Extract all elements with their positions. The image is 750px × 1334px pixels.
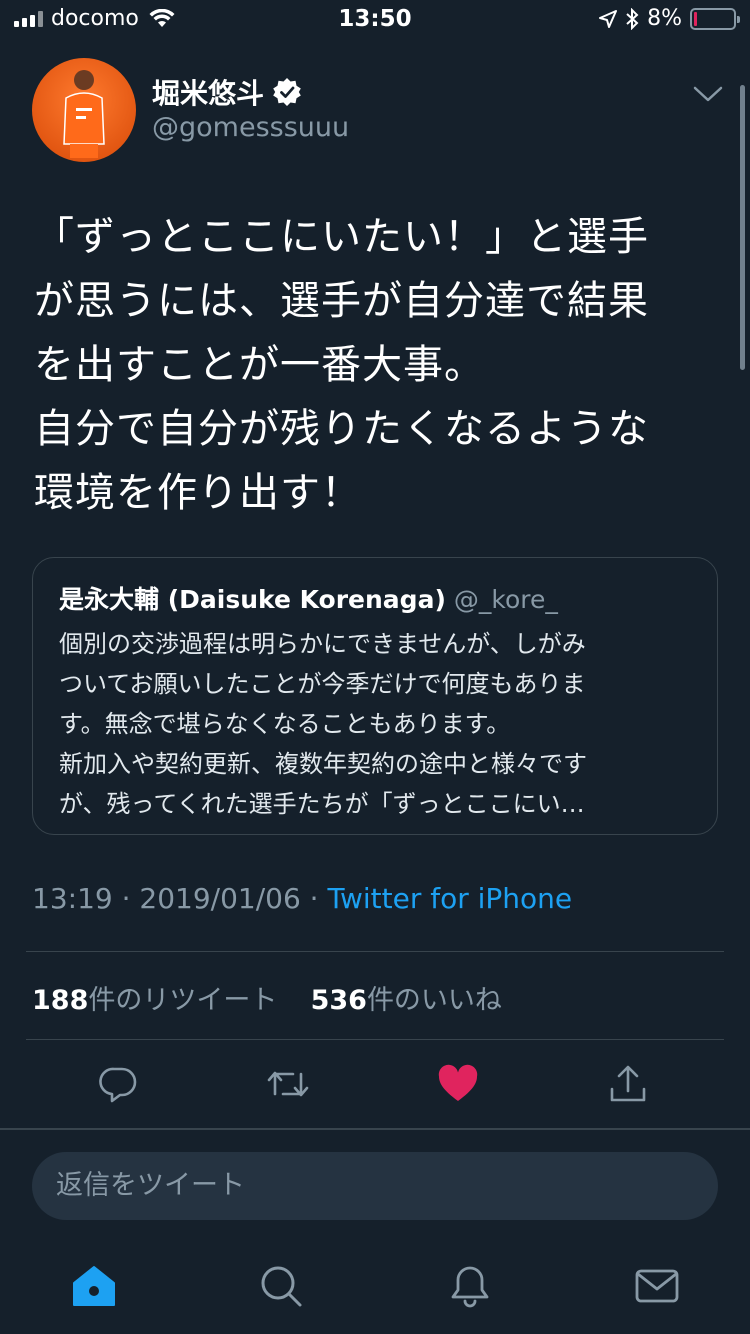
quoted-tweet-text: 個別の交渉過程は明らかにできませんが、しがみ ついてお願いしたことが今季だけで何… <box>59 624 699 824</box>
divider <box>26 1039 724 1040</box>
author-handle[interactable]: @gomesssuuu <box>152 112 349 143</box>
avatar[interactable] <box>32 58 136 162</box>
tweet-text-line: を出すことが一番大事。 <box>34 342 485 388</box>
retweet-button[interactable] <box>262 1058 314 1110</box>
mail-icon <box>635 1269 679 1303</box>
quoted-text-line: が、残ってくれた選手たちが「ずっとここにい… <box>59 790 585 818</box>
tweet-source-link[interactable]: Twitter for iPhone <box>327 882 572 915</box>
search-icon <box>261 1266 302 1307</box>
tweet-text-line: 環境を作り出す！ <box>34 470 362 516</box>
tweet-text-line: 「ずっとここにいたい！」と選手 <box>34 214 649 260</box>
tab-home[interactable] <box>70 1262 118 1310</box>
quoted-text-line: す。無念で堪らなくなることもあります。 <box>59 710 511 738</box>
verified-badge-icon <box>273 78 301 106</box>
tweet-action-bar <box>0 1058 750 1110</box>
bluetooth-icon <box>626 7 639 30</box>
tab-notifications[interactable] <box>446 1262 494 1310</box>
battery-percent: 8% <box>647 6 682 31</box>
quoted-author-name: 是永大輔 (Daisuke Korenaga) <box>59 585 446 614</box>
tab-messages[interactable] <box>633 1262 681 1310</box>
like-button[interactable] <box>432 1058 484 1110</box>
retweets-label: 件のリツイート <box>88 985 278 1016</box>
quoted-text-line: 新加入や契約更新、複数年契約の途中と様々です <box>59 750 587 778</box>
share-button[interactable] <box>602 1058 654 1110</box>
likes-stat[interactable]: 536件のいいね <box>311 985 502 1016</box>
battery-icon <box>690 7 740 30</box>
divider <box>26 951 724 952</box>
heart-icon <box>438 1064 478 1101</box>
author-name-row[interactable]: 堀米悠斗 <box>152 72 302 112</box>
likes-count: 536 <box>310 985 367 1016</box>
tweet-text-line: 自分で自分が残りたくなるような <box>34 406 649 452</box>
tweet-meta: 13:19 · 2019/01/06 · Twitter for iPhone <box>32 882 572 915</box>
retweets-stat[interactable]: 188件のリツイート <box>32 985 277 1016</box>
quoted-tweet-header: 是永大輔 (Daisuke Korenaga) @_kore_ <box>59 580 558 616</box>
divider <box>0 1128 750 1130</box>
tweet-timestamp: 13:19 · 2019/01/06 · <box>32 882 328 915</box>
likes-label: 件のいいね <box>366 985 502 1016</box>
tab-bar <box>0 1240 750 1334</box>
location-arrow-icon <box>599 9 618 28</box>
home-icon <box>73 1266 115 1306</box>
retweet-icon <box>267 1071 309 1097</box>
tab-search[interactable] <box>257 1262 305 1310</box>
tweet-stats: 188件のリツイート 536件のいいね <box>32 978 502 1017</box>
tweet-text: 「ずっとここにいたい！」と選手 が思うには、選手が自分達で結果 を出すことが一番… <box>34 205 724 525</box>
share-icon <box>610 1065 646 1102</box>
quoted-text-line: ついてお願いしたことが今季だけで何度もありま <box>59 670 586 698</box>
quoted-text-line: 個別の交渉過程は明らかにできませんが、しがみ <box>59 630 586 658</box>
reply-button[interactable] <box>92 1058 144 1110</box>
reply-input[interactable]: 返信をツイート <box>32 1152 718 1220</box>
quoted-tweet[interactable]: 是永大輔 (Daisuke Korenaga) @_kore_ 個別の交渉過程は明… <box>32 557 718 835</box>
retweets-count: 188 <box>32 985 89 1016</box>
quoted-author-handle: @_kore_ <box>453 585 558 614</box>
reply-icon <box>99 1067 137 1103</box>
status-bar: docomo 13:50 8% <box>0 0 750 40</box>
chevron-down-icon[interactable] <box>692 84 724 104</box>
tweet-text-line: が思うには、選手が自分達で結果 <box>34 278 649 324</box>
author-name[interactable]: 堀米悠斗 <box>152 72 264 112</box>
scrollbar[interactable] <box>740 85 745 370</box>
bell-icon <box>451 1266 489 1308</box>
